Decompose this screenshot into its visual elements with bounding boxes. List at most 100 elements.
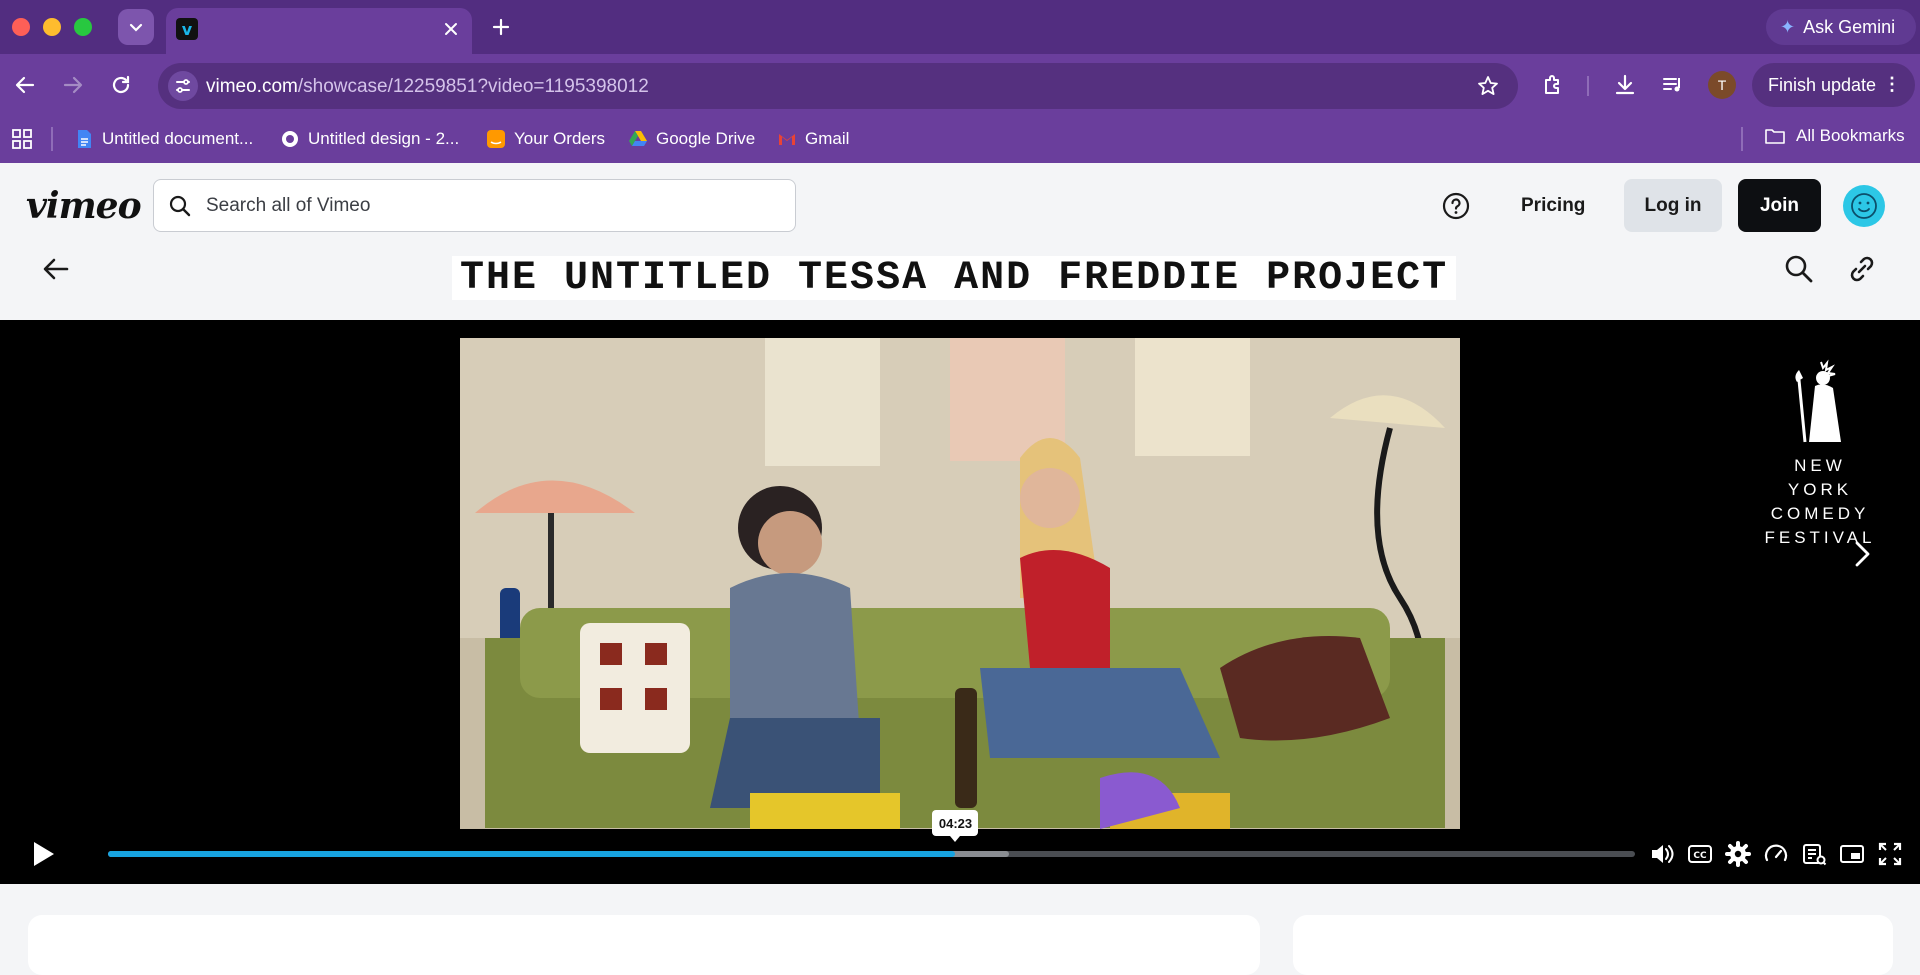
showcase-title: THE UNTITLED TESSA AND FREDDIE PROJECT — [452, 256, 1457, 301]
arrow-right-icon — [63, 76, 83, 94]
progress-bar[interactable] — [108, 851, 1635, 857]
bookmark-item[interactable]: Untitled document... — [74, 126, 253, 152]
ask-gemini-label: Ask Gemini — [1803, 16, 1896, 37]
browser-toolbar: vimeo.com/showcase/12259851?video=119539… — [0, 54, 1920, 116]
join-button[interactable]: Join — [1738, 179, 1821, 232]
star-icon — [1478, 76, 1498, 95]
speed-gauge-icon — [1764, 844, 1788, 862]
fullscreen-button[interactable] — [1876, 840, 1904, 868]
bookmark-label: Gmail — [805, 129, 850, 148]
side-panel-card — [1293, 915, 1893, 975]
video-details-card — [28, 915, 1260, 975]
bookmark-item[interactable]: Gmail — [777, 126, 849, 152]
link-icon[interactable] — [1846, 253, 1878, 285]
bookmark-star-button[interactable] — [1476, 74, 1500, 98]
bookmark-label: Untitled document... — [102, 129, 254, 148]
video-frame-image[interactable] — [460, 338, 1460, 829]
profile-avatar[interactable]: T — [1708, 71, 1736, 99]
login-button[interactable]: Log in — [1624, 179, 1722, 232]
playlist-icon — [1663, 78, 1680, 92]
play-icon[interactable] — [26, 838, 58, 870]
url-text[interactable]: vimeo.com/showcase/12259851?video=119539… — [206, 76, 649, 98]
arrow-left-icon — [15, 76, 35, 94]
svg-text:CC: CC — [1693, 851, 1707, 861]
captions-button[interactable]: CC — [1686, 840, 1714, 868]
transcript-icon — [1803, 844, 1827, 866]
ask-gemini-button[interactable]: ✦ Ask Gemini — [1766, 9, 1916, 45]
tab-search-button[interactable] — [118, 9, 154, 45]
puzzle-icon — [1545, 75, 1559, 94]
back-button[interactable] — [8, 68, 42, 102]
site-info-button[interactable] — [168, 71, 198, 101]
transcript-button[interactable] — [1800, 840, 1828, 868]
video-player[interactable]: NEW YORK COMEDY FESTIVAL 04:23 CC — [0, 320, 1920, 884]
fullscreen-icon — [1878, 842, 1902, 866]
minimize-window-button[interactable] — [43, 18, 61, 36]
search-icon[interactable] — [1783, 253, 1815, 285]
time-tooltip: 04:23 — [932, 810, 979, 842]
active-tab[interactable]: v — [166, 8, 472, 54]
close-window-button[interactable] — [12, 18, 30, 36]
gemini-sparkle-icon: ✦ — [1780, 16, 1796, 37]
bookmark-item[interactable]: Untitled design - 2... — [280, 126, 459, 152]
downloads-button[interactable] — [1608, 68, 1642, 102]
folder-icon — [1765, 129, 1785, 144]
amazon-icon — [487, 130, 505, 148]
vimeo-favicon-icon: v — [176, 18, 198, 40]
bookmark-item[interactable]: Your Orders — [486, 126, 605, 152]
media-control-button[interactable] — [1656, 68, 1690, 102]
help-icon[interactable] — [1441, 191, 1471, 221]
reload-button[interactable] — [104, 68, 138, 102]
browser-chrome: v ✦ Ask Gemini vimeo.com/showcase/122598… — [0, 0, 1920, 163]
toolbar-divider — [1587, 76, 1589, 96]
progress-played — [108, 851, 956, 857]
download-icon — [1615, 74, 1635, 95]
bookmarks-bar: Untitled document... Untitled design - 2… — [0, 116, 1920, 163]
volume-button[interactable] — [1648, 840, 1676, 868]
captions-icon: CC — [1688, 845, 1712, 863]
search-icon — [169, 195, 191, 217]
url-path: /showcase/12259851?video=1195398012 — [297, 76, 649, 97]
more-vertical-icon[interactable]: ⋮ — [1883, 74, 1901, 95]
bookmark-label: Google Drive — [656, 129, 756, 148]
all-bookmarks-label: All Bookmarks — [1796, 126, 1905, 145]
globe-icon — [282, 131, 298, 147]
search-box[interactable] — [153, 179, 796, 232]
bookmarks-divider — [1741, 127, 1743, 151]
tune-icon — [176, 79, 190, 93]
address-bar[interactable]: vimeo.com/showcase/12259851?video=119539… — [158, 63, 1518, 109]
forward-button[interactable] — [56, 68, 90, 102]
settings-button[interactable] — [1724, 840, 1752, 868]
pricing-link[interactable]: Pricing — [1505, 179, 1601, 232]
reload-icon — [112, 75, 130, 94]
plus-icon — [492, 18, 510, 36]
new-tab-button[interactable] — [486, 12, 516, 42]
statue-of-liberty-icon — [1795, 359, 1841, 443]
bookmarks-divider — [51, 127, 53, 151]
search-input[interactable] — [206, 192, 766, 220]
apps-grid-icon[interactable] — [10, 127, 34, 151]
gmail-icon — [779, 134, 795, 145]
back-arrow-icon[interactable] — [40, 253, 72, 285]
finish-update-button[interactable]: Finish update ⋮ — [1752, 63, 1915, 107]
chevron-right-icon[interactable] — [1844, 536, 1880, 572]
volume-icon — [1652, 845, 1674, 863]
finish-update-label: Finish update — [1768, 74, 1877, 95]
chevron-down-icon — [129, 23, 143, 32]
extensions-button[interactable] — [1536, 68, 1570, 102]
speed-button[interactable] — [1762, 840, 1790, 868]
bookmark-label: Untitled design - 2... — [308, 129, 460, 148]
pip-button[interactable] — [1838, 840, 1866, 868]
settings-gear-icon — [1725, 841, 1751, 867]
bookmark-item[interactable]: Google Drive — [628, 126, 755, 152]
bookmark-label: Your Orders — [514, 129, 606, 148]
all-bookmarks-button[interactable]: All Bookmarks — [1764, 126, 1905, 146]
close-tab-button[interactable] — [440, 18, 462, 40]
nycf-line-2: COMEDY — [1770, 504, 1870, 523]
smiley-face-icon — [1851, 193, 1877, 219]
google-docs-icon — [78, 130, 91, 148]
vimeo-logo[interactable]: vimeo — [26, 185, 142, 227]
maximize-window-button[interactable] — [74, 18, 92, 36]
google-drive-icon — [629, 131, 647, 146]
avatar[interactable] — [1843, 185, 1885, 227]
